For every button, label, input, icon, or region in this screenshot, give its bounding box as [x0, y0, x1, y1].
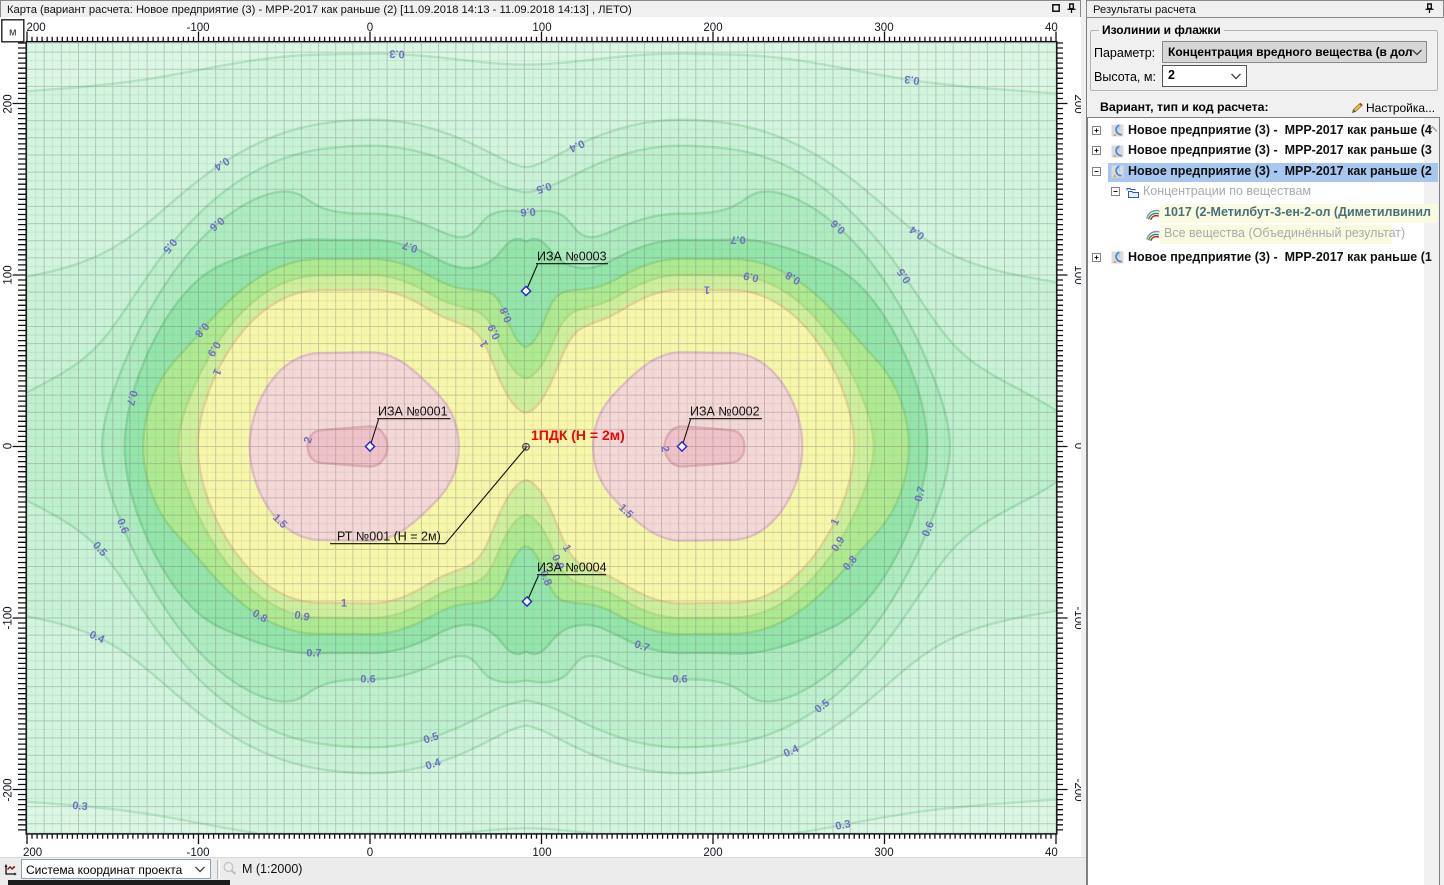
- svg-text:ИЗА №0002: ИЗА №0002: [690, 405, 760, 419]
- svg-text:ИЗА №0001: ИЗА №0001: [378, 405, 448, 419]
- svg-text:1: 1: [704, 283, 710, 295]
- svg-text:0: 0: [3, 443, 15, 449]
- svg-text:-100: -100: [3, 606, 15, 629]
- svg-text:-200: -200: [3, 778, 15, 801]
- svg-text:0.7: 0.7: [306, 648, 321, 660]
- svg-text:0.7: 0.7: [730, 234, 745, 246]
- svg-text:200: 200: [27, 22, 46, 34]
- svg-text:-100: -100: [186, 22, 209, 34]
- svg-text:м: м: [9, 27, 17, 39]
- svg-text:-200: -200: [1072, 778, 1081, 801]
- svg-text:ИЗА №0004: ИЗА №0004: [537, 561, 607, 575]
- svg-text:100: 100: [532, 22, 551, 34]
- svg-text:0.3: 0.3: [904, 72, 921, 86]
- svg-text:РТ №001 (Н = 2м): РТ №001 (Н = 2м): [337, 530, 441, 544]
- svg-text:200: 200: [703, 22, 722, 34]
- svg-text:ИЗА №0003: ИЗА №0003: [537, 250, 607, 264]
- svg-text:100: 100: [3, 265, 15, 284]
- svg-text:-100: -100: [1072, 606, 1081, 629]
- svg-text:0.6: 0.6: [520, 205, 536, 218]
- svg-text:300: 300: [874, 22, 893, 34]
- svg-text:40: 40: [1045, 847, 1058, 857]
- svg-text:0.3: 0.3: [72, 800, 88, 813]
- svg-text:1ПДК (Н = 2м): 1ПДК (Н = 2м): [531, 427, 625, 443]
- svg-text:0.6: 0.6: [672, 674, 687, 686]
- svg-text:0: 0: [367, 847, 373, 857]
- svg-text:200: 200: [23, 847, 42, 857]
- svg-text:0: 0: [1072, 443, 1081, 449]
- svg-text:40: 40: [1045, 22, 1058, 34]
- svg-text:-100: -100: [186, 847, 209, 857]
- svg-text:300: 300: [874, 847, 893, 857]
- svg-text:0.3: 0.3: [389, 47, 405, 60]
- svg-text:0: 0: [367, 22, 373, 34]
- svg-text:200: 200: [3, 94, 15, 113]
- svg-text:200: 200: [1072, 94, 1081, 113]
- svg-text:1: 1: [341, 597, 347, 609]
- svg-text:100: 100: [1072, 265, 1081, 284]
- svg-text:200: 200: [703, 847, 722, 857]
- svg-text:0.6: 0.6: [360, 674, 375, 686]
- svg-text:100: 100: [532, 847, 551, 857]
